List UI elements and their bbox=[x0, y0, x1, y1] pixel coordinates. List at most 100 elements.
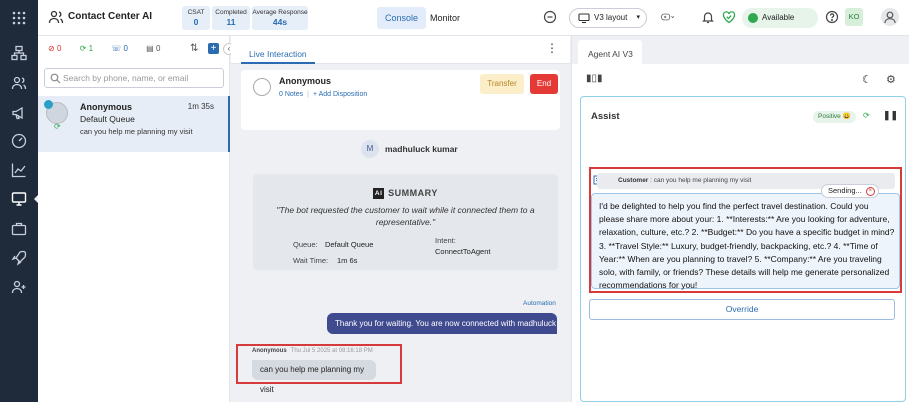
contact-center-icon bbox=[48, 9, 64, 25]
search-placeholder: Search by phone, name, or email bbox=[63, 73, 189, 83]
user-message-bubble: can you help me planning my visit bbox=[252, 360, 376, 394]
channel-badge-icon bbox=[44, 100, 53, 109]
live-interaction-panel: Live Interaction ⋮ Anonymous 0 Notes | + A… bbox=[231, 36, 570, 402]
refresh-icon: ⟳ bbox=[54, 122, 61, 131]
summary-queue-value: Default Queue bbox=[325, 240, 374, 249]
stat-value: 44s bbox=[272, 17, 288, 27]
pause-icon[interactable]: ❚❚ bbox=[883, 110, 898, 121]
heart-check-icon[interactable] bbox=[722, 10, 736, 24]
agent-ai-header: Agent AI V3 bbox=[572, 36, 909, 64]
rocket-icon[interactable] bbox=[11, 250, 27, 266]
waveform-icon[interactable]: ▮▯▮ bbox=[586, 73, 603, 84]
summary-card: AI SUMMARY "The bot requested the custome… bbox=[253, 174, 558, 270]
user-message-time: Thu Jul 5 2025 at 08:16:18 PM bbox=[290, 348, 373, 354]
add-conversation-icon[interactable]: + bbox=[208, 43, 219, 54]
bell-icon[interactable] bbox=[701, 10, 715, 24]
transfer-button[interactable]: Transfer bbox=[480, 74, 524, 94]
stat-csat: CSAT 0 bbox=[182, 6, 210, 30]
line-chart-icon[interactable] bbox=[11, 162, 27, 178]
assist-title: Assist bbox=[591, 111, 620, 122]
user-message-meta: Anonymous Thu Jul 5 2025 at 08:16:18 PM bbox=[252, 348, 373, 354]
automation-label: Automation bbox=[523, 300, 556, 307]
bot-message-bubble: Thank you for waiting. You are now conne… bbox=[327, 313, 557, 334]
user-avatar-icon[interactable] bbox=[881, 8, 899, 26]
availability-status[interactable]: Available bbox=[742, 8, 818, 28]
sort-icon[interactable]: ⇅ bbox=[190, 43, 198, 54]
gamepad-icon[interactable] bbox=[661, 10, 685, 24]
customer-avatar-icon bbox=[253, 78, 271, 96]
tab-console[interactable]: Console bbox=[377, 7, 427, 29]
green-count-value: 1 bbox=[88, 44, 94, 53]
customer-name: Anonymous bbox=[279, 76, 332, 86]
red-count[interactable]: ⊘ 0 bbox=[48, 44, 69, 53]
tab-agent-ai[interactable]: Agent AI V3 bbox=[580, 36, 641, 64]
chat-icon[interactable] bbox=[543, 10, 557, 24]
sending-status-chip: Sending... × bbox=[821, 184, 879, 198]
add-disposition-link[interactable]: + Add Disposition bbox=[313, 91, 367, 98]
status-dot bbox=[748, 13, 758, 23]
grey-count-value: 0 bbox=[155, 44, 161, 53]
sending-label: Sending... bbox=[828, 186, 862, 195]
red-count-value: 0 bbox=[56, 44, 62, 53]
monitor-icon[interactable] bbox=[11, 191, 27, 207]
conversation-counts: ⊘ 0 ⟳ 1 ☏ 0 ▤ 0 bbox=[48, 44, 176, 56]
tab-live-interaction[interactable]: Live Interaction bbox=[241, 36, 315, 64]
ai-suggestion-text: I'd be delighted to help you find the pe… bbox=[599, 201, 895, 291]
user-initials-badge[interactable]: KO bbox=[845, 8, 863, 26]
blue-count[interactable]: ☏ 0 bbox=[111, 44, 136, 53]
override-button[interactable]: Override bbox=[589, 299, 895, 320]
stat-average-response: Average Response 44s bbox=[252, 6, 308, 30]
search-input[interactable]: Search by phone, name, or email bbox=[44, 68, 224, 88]
notes-link[interactable]: 0 Notes bbox=[279, 91, 303, 98]
close-icon[interactable]: × bbox=[865, 187, 875, 196]
add-user-icon[interactable] bbox=[11, 279, 27, 295]
agent-ai-panel: Agent AI V3 ▮▯▮ ☾ ⚙ Assist Positive 😀 ⟳ … bbox=[571, 36, 909, 402]
customer-utterance-label: Customer bbox=[618, 177, 649, 184]
conversation-list-item[interactable]: ⟳ Anonymous 1m 35s Default Queue can you… bbox=[38, 96, 230, 152]
grey-count[interactable]: ▤ 0 bbox=[146, 44, 168, 53]
customer-utterance-text: : can you help me planning my visit bbox=[650, 177, 752, 184]
blue-count-value: 0 bbox=[123, 44, 128, 53]
ai-suggestion-card[interactable]: I'd be delighted to help you find the pe… bbox=[591, 193, 900, 291]
left-nav-rail bbox=[0, 0, 40, 402]
gear-icon[interactable]: ⚙ bbox=[886, 73, 896, 86]
ai-icon: AI bbox=[373, 188, 385, 199]
sync-icon[interactable]: ⟳ bbox=[863, 111, 870, 120]
agent-avatar: M bbox=[361, 140, 379, 158]
customer-card: Anonymous 0 Notes | + Add Disposition Tran… bbox=[241, 70, 560, 130]
top-bar: Contact Center AI CSAT 0 Completed 11 Av… bbox=[38, 0, 909, 36]
stat-completed: Completed 11 bbox=[212, 6, 250, 30]
live-interaction-header: Live Interaction ⋮ bbox=[231, 36, 570, 64]
conversation-list-panel: ⊘ 0 ⟳ 1 ☏ 0 ▤ 0 ⇅ + ‹ Search by phone, n… bbox=[38, 36, 235, 402]
app-title: Contact Center AI bbox=[68, 11, 153, 22]
summary-wait-value: 1m 6s bbox=[337, 256, 358, 265]
layout-select-value: V3 layout bbox=[594, 13, 628, 22]
customer-actions: 0 Notes | + Add Disposition bbox=[279, 91, 368, 98]
stat-label: Average Response bbox=[252, 9, 308, 16]
layout-select[interactable]: V3 layout ▾ bbox=[569, 8, 647, 28]
summary-intent-key: Intent: bbox=[435, 236, 456, 245]
end-button[interactable]: End bbox=[530, 74, 558, 94]
summary-title-text: SUMMARY bbox=[388, 188, 438, 198]
gauge-icon[interactable] bbox=[11, 133, 27, 149]
tab-monitor[interactable]: Monitor bbox=[422, 7, 468, 29]
summary-queue-key: Queue: bbox=[293, 240, 318, 249]
summary-wait-key: Wait Time: bbox=[293, 256, 329, 265]
search-icon bbox=[50, 72, 61, 84]
summary-quote: "The bot requested the customer to wait … bbox=[276, 205, 535, 227]
help-icon[interactable] bbox=[825, 10, 839, 24]
users-icon[interactable] bbox=[11, 75, 27, 91]
summary-title: AI SUMMARY bbox=[253, 188, 558, 199]
briefcase-icon[interactable] bbox=[11, 221, 27, 237]
agent-name: madhuluck kumar bbox=[385, 144, 458, 154]
megaphone-icon[interactable] bbox=[11, 105, 27, 121]
stat-label: Completed bbox=[215, 9, 247, 16]
moon-icon[interactable]: ☾ bbox=[862, 73, 872, 86]
conversation-name: Anonymous bbox=[80, 102, 133, 112]
hierarchy-icon[interactable] bbox=[11, 45, 27, 61]
green-count[interactable]: ⟳ 1 bbox=[80, 44, 101, 53]
more-options-icon[interactable]: ⋮ bbox=[546, 42, 558, 54]
conversation-time: 1m 35s bbox=[187, 102, 214, 111]
apps-grid-icon[interactable] bbox=[11, 10, 27, 26]
user-message-sender: Anonymous bbox=[252, 348, 287, 354]
